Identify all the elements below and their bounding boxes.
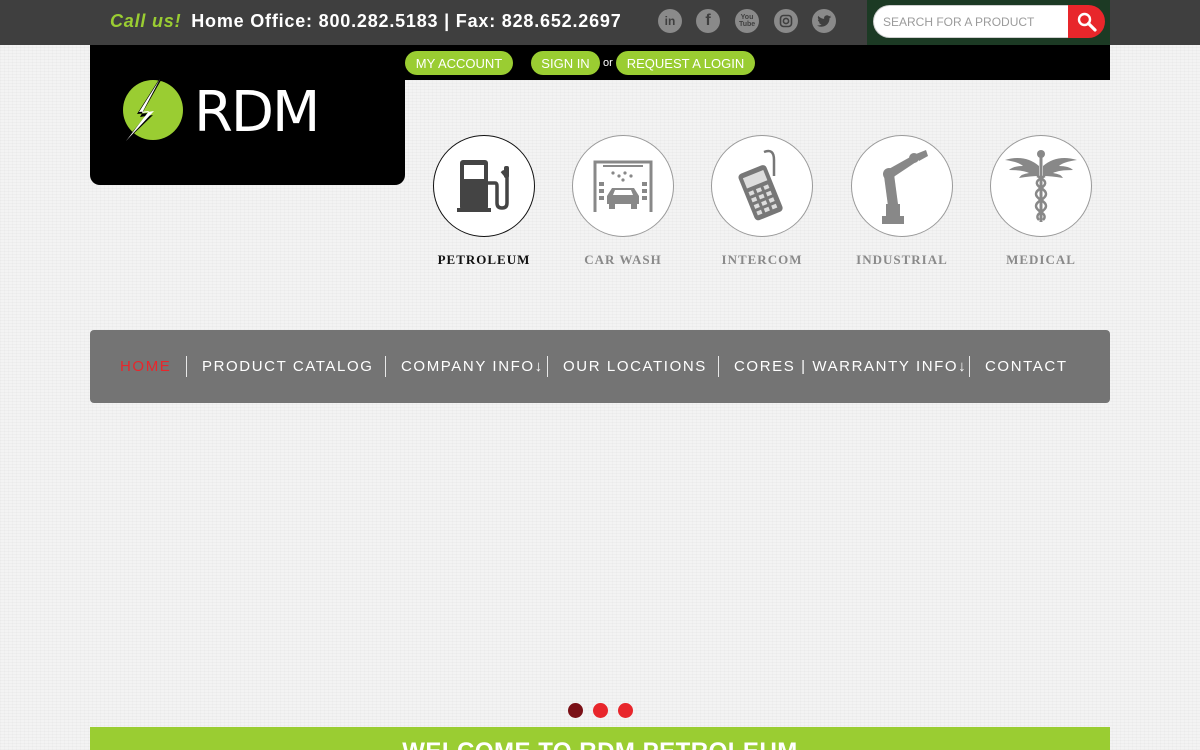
category-intercom[interactable]: INTERCOM <box>692 135 832 268</box>
car-wash-icon <box>572 135 674 237</box>
welcome-banner: WELCOME TO RDM PETROLEUM <box>90 727 1110 750</box>
nav-divider <box>547 356 548 377</box>
search-icon <box>1077 12 1097 32</box>
nav-company-info[interactable]: COMPANY INFO↓ <box>401 358 544 375</box>
youtube-icon[interactable]: You Tube <box>735 9 759 33</box>
nav-product-catalog[interactable]: PRODUCT CATALOG <box>202 358 374 375</box>
category-medical[interactable]: MEDICAL <box>971 135 1111 268</box>
caduceus-icon <box>990 135 1092 237</box>
robot-arm-icon <box>851 135 953 237</box>
contact-info: Call us! Home Office: 800.282.5183 | Fax… <box>110 11 622 32</box>
search-button[interactable] <box>1068 5 1105 38</box>
category-industrial[interactable]: INDUSTRIAL <box>832 135 972 268</box>
slider-dot-2[interactable] <box>593 703 608 718</box>
welcome-title: WELCOME TO RDM PETROLEUM <box>90 738 1110 750</box>
category-car-wash[interactable]: CAR WASH <box>553 135 693 268</box>
nav-divider <box>186 356 187 377</box>
category-label: INTERCOM <box>721 252 803 267</box>
linkedin-icon[interactable]: in <box>658 9 682 33</box>
slider-dot-1[interactable] <box>568 703 583 718</box>
sign-in-button[interactable]: SIGN IN <box>531 51 600 75</box>
category-label: INDUSTRIAL <box>856 252 948 267</box>
category-petroleum[interactable]: PETROLEUM <box>414 135 554 268</box>
category-label: PETROLEUM <box>437 252 531 267</box>
instagram-icon[interactable] <box>774 9 798 33</box>
call-us-label: Call us! <box>110 11 182 31</box>
fuel-pump-icon <box>433 135 535 237</box>
main-navigation: HOME PRODUCT CATALOG COMPANY INFO↓ OUR L… <box>90 330 1110 403</box>
nav-divider <box>385 356 386 377</box>
slider-dot-3[interactable] <box>618 703 633 718</box>
nav-our-locations[interactable]: OUR LOCATIONS <box>563 358 707 375</box>
card-terminal-icon <box>711 135 813 237</box>
facebook-icon[interactable]: f <box>696 9 720 33</box>
nav-divider <box>969 356 970 377</box>
contact-phone-fax: Home Office: 800.282.5183 | Fax: 828.652… <box>191 11 622 31</box>
logo-text: RDM <box>194 80 318 145</box>
lightning-bolt-logo: RDM <box>120 75 320 147</box>
site-logo[interactable]: RDM <box>90 45 405 185</box>
nav-contact[interactable]: CONTACT <box>985 358 1068 375</box>
twitter-icon[interactable] <box>812 9 836 33</box>
request-login-button[interactable]: REQUEST A LOGIN <box>616 51 755 75</box>
search-input[interactable] <box>873 5 1073 38</box>
my-account-button[interactable]: MY ACCOUNT <box>405 51 513 75</box>
category-label: MEDICAL <box>1006 252 1076 267</box>
nav-divider <box>718 356 719 377</box>
nav-home[interactable]: HOME <box>120 358 171 375</box>
category-label: CAR WASH <box>584 252 662 267</box>
or-text: or <box>603 57 613 69</box>
nav-cores-warranty-info[interactable]: CORES | WARRANTY INFO↓ <box>734 358 967 375</box>
